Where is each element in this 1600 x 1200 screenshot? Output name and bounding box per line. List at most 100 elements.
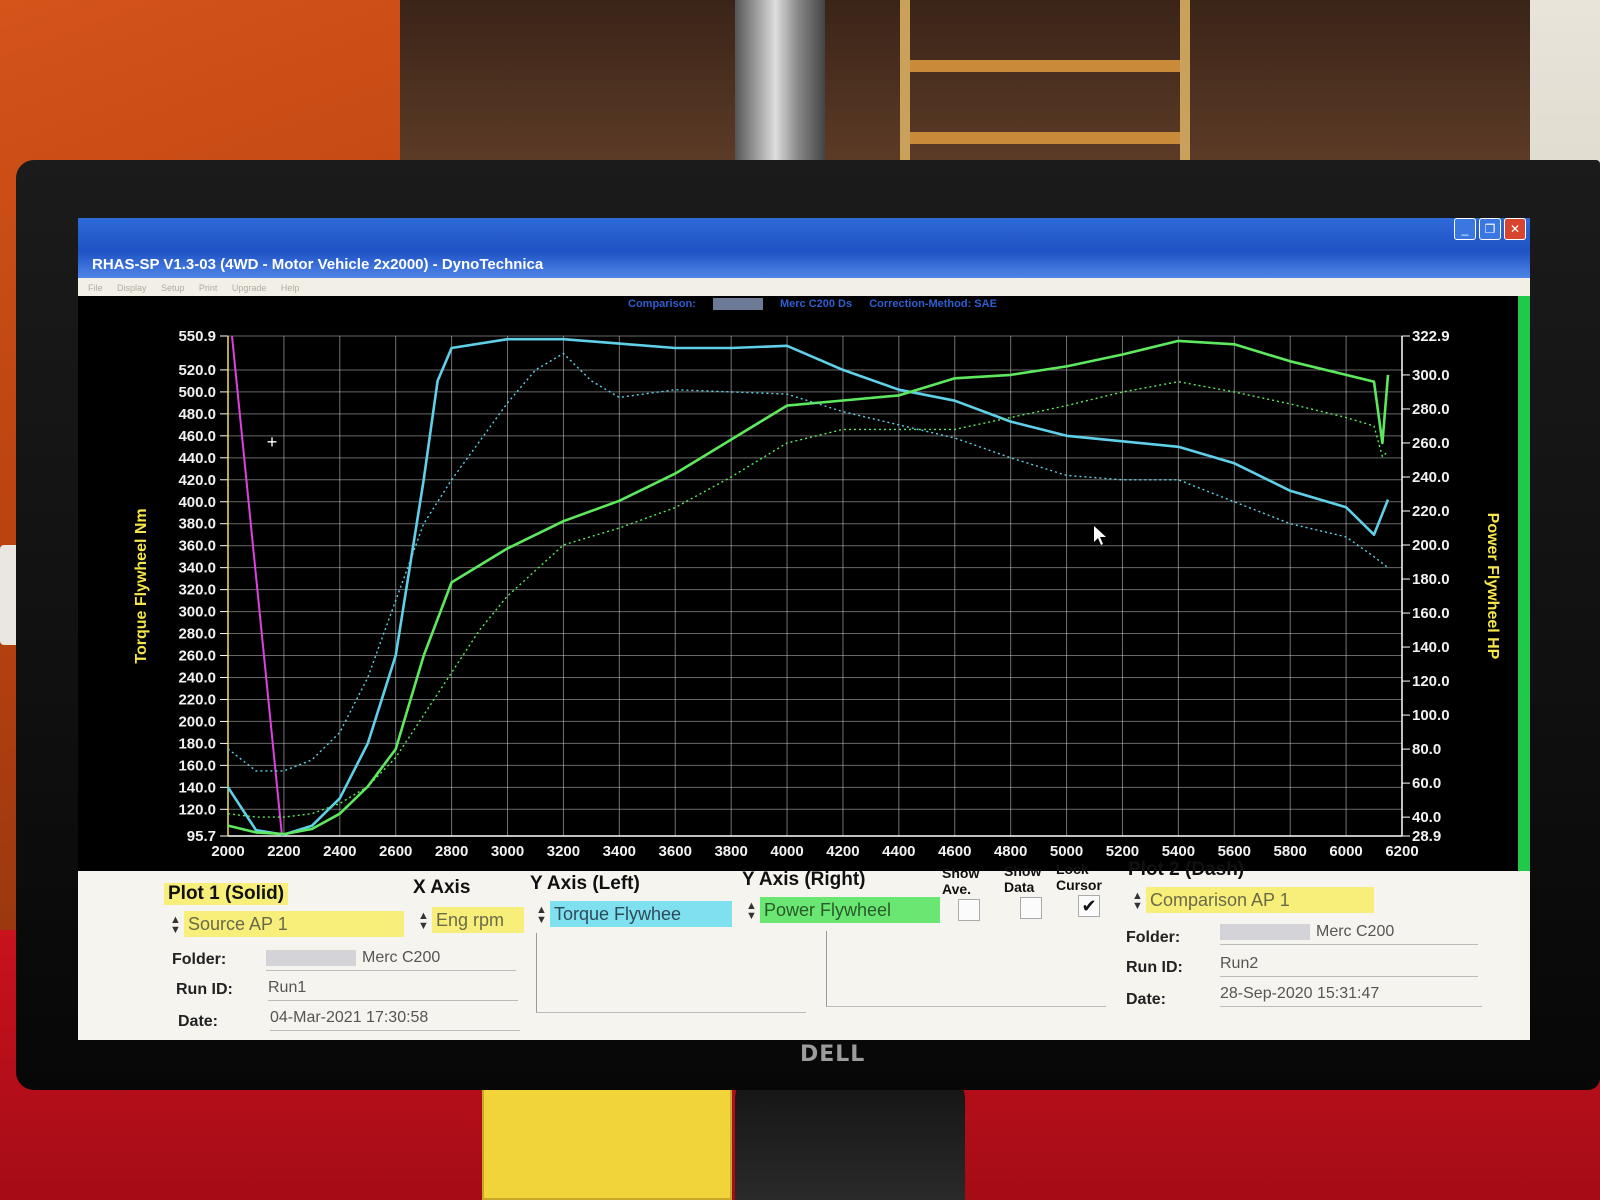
y-right-tick-label: 200.0 <box>1412 537 1450 554</box>
y-left-tick-label: 140.0 <box>178 779 216 796</box>
plot1-source-select[interactable]: Source AP 1 <box>184 911 404 937</box>
y-right-heading: Y Axis (Right) <box>742 869 866 890</box>
y-right-tick-label: 40.0 <box>1412 809 1441 826</box>
show-data-label: Show Data <box>1004 863 1042 895</box>
y-left-tick-label: 200.0 <box>178 713 216 730</box>
series-line-power-dotted <box>227 380 1389 818</box>
menu-display[interactable]: Display <box>117 279 147 297</box>
menu-bar: File Display Setup Print Upgrade Help <box>78 278 1530 296</box>
y-left-tick-label: 320.0 <box>178 582 216 599</box>
x-tick-label: 5600 <box>1218 843 1251 860</box>
plot2-folder-value: Merc C200 <box>1220 923 1478 945</box>
plot1-folder-text: Merc C200 <box>362 949 441 966</box>
dyno-chart-area[interactable]: 2000 2200 2400 2600 2800 3000 3200 3400 3600 3800… <box>78 296 1530 871</box>
monitor-brand-logo: DELL <box>800 1042 866 1067</box>
lock-cursor-checkbox[interactable]: ✔ <box>1078 895 1100 917</box>
plot1-heading: Plot 1 (Solid) <box>164 883 289 905</box>
title-bar[interactable]: RHAS-SP V1.3-03 (4WD - Motor Vehicle 2x2… <box>78 218 1530 278</box>
parts-box <box>482 1080 732 1200</box>
control-panel: Plot 1 (Solid) ▲ ▼ Source AP 1 Folder: Me… <box>78 859 1530 1040</box>
menu-setup[interactable]: Setup <box>161 279 185 297</box>
plot2-date-value: 28-Sep-2020 15:31:47 <box>1220 985 1482 1007</box>
y-left-tick-label: 240.0 <box>178 669 216 686</box>
y-right-tick-label: 300.0 <box>1412 367 1450 384</box>
show-data-checkbox[interactable] <box>1020 897 1042 919</box>
comparison-value: Merc C200 Ds <box>779 298 853 310</box>
y-left-tick-label: 380.0 <box>178 516 216 533</box>
comparison-redacted <box>712 298 763 311</box>
x-tick-label: 6000 <box>1329 843 1362 860</box>
y-left-spinner[interactable]: ▲ ▼ <box>536 905 547 926</box>
app-window: RHAS-SP V1.3-03 (4WD - Motor Vehicle 2x2… <box>78 218 1530 1040</box>
x-tick-label: 3200 <box>547 843 580 860</box>
plot2-source-select[interactable]: Comparison AP 1 <box>1146 887 1374 913</box>
plot1-run-label: Run ID: <box>176 981 233 998</box>
y-left-tick-label: 180.0 <box>178 735 216 752</box>
x-tick-label: 2200 <box>267 843 300 860</box>
minimize-button[interactable]: _ <box>1454 218 1476 240</box>
plot2-heading: Plot 2 (Dash) <box>1128 859 1245 880</box>
y-left-tick-label: 400.0 <box>178 494 216 511</box>
plot1-folder-value: Merc C200 <box>266 949 516 971</box>
plot2-spinner[interactable]: ▲ ▼ <box>1132 891 1143 912</box>
y-left-tick-label: 460.0 <box>178 428 216 445</box>
y-right-list[interactable] <box>826 931 1106 1007</box>
plot2-folder-text: Merc C200 <box>1316 923 1395 940</box>
plot2-date-label: Date: <box>1126 991 1167 1008</box>
x-tick-label: 5000 <box>1050 843 1083 860</box>
y-left-tick-label: 420.0 <box>178 472 216 489</box>
y-right-select[interactable]: Power Flywheel <box>760 897 940 923</box>
menu-print[interactable]: Print <box>199 279 218 297</box>
x-tick-label: 4400 <box>882 843 915 860</box>
x-tick-label: 2600 <box>379 843 412 860</box>
dyno-chart[interactable]: 2000 2200 2400 2600 2800 3000 3200 3400 3600 3800… <box>78 296 1530 871</box>
y-right-tick-label: 180.0 <box>1412 571 1450 588</box>
plot1-run-value: Run1 <box>268 979 518 1001</box>
y-right-tick-label: 240.0 <box>1412 469 1450 486</box>
y-left-tick-label: 260.0 <box>178 648 216 665</box>
y-left-heading: Y Axis (Left) <box>530 873 640 894</box>
menu-help[interactable]: Help <box>281 279 300 297</box>
y-left-tick-label: 160.0 <box>178 757 216 774</box>
x-tick-label: 4000 <box>770 843 803 860</box>
y-left-tick-label: 550.9 <box>178 328 216 345</box>
plot2-run-value: Run2 <box>1220 955 1478 977</box>
y-right-spinner[interactable]: ▲ ▼ <box>746 901 757 922</box>
x-tick-label: 4600 <box>938 843 971 860</box>
y-left-select[interactable]: Torque Flywhee <box>550 901 732 927</box>
x-tick-label: 5200 <box>1106 843 1139 860</box>
y-left-tick-label: 500.0 <box>178 384 216 401</box>
x-tick-label: 6200 <box>1385 843 1418 860</box>
y-right-tick-label: 28.9 <box>1412 828 1441 845</box>
y-left-tick-label: 340.0 <box>178 560 216 577</box>
plot1-date-label: Date: <box>178 1013 219 1030</box>
menu-file[interactable]: File <box>88 279 103 297</box>
comparison-header: Comparison: Merc C200 Ds Correction-Meth… <box>628 298 1011 311</box>
x-axis-select[interactable]: Eng rpm <box>432 907 524 933</box>
comparison-label: Comparison: <box>628 298 696 310</box>
show-ave-checkbox[interactable] <box>958 899 980 921</box>
y-right-tick-label: 260.0 <box>1412 435 1450 452</box>
lock-cursor-label: Lock Cursor <box>1056 861 1102 893</box>
y-right-tick-label: 280.0 <box>1412 401 1450 418</box>
y-left-list[interactable] <box>536 933 806 1013</box>
y-left-tick-label: 360.0 <box>178 538 216 555</box>
y-left-tick-label: 440.0 <box>178 450 216 467</box>
y-right-tick-label: 160.0 <box>1412 605 1450 622</box>
x-axis-spinner[interactable]: ▲ ▼ <box>418 911 429 932</box>
menu-upgrade[interactable]: Upgrade <box>232 279 267 297</box>
plot1-folder-label: Folder: <box>172 951 227 968</box>
plot1-folder-redacted <box>266 949 356 966</box>
y-right-tick-label: 60.0 <box>1412 775 1441 792</box>
restore-button[interactable]: ❐ <box>1479 218 1501 240</box>
x-tick-label: 5400 <box>1162 843 1195 860</box>
y-left-tick-label: 280.0 <box>178 626 216 643</box>
y-right-tick-label: 120.0 <box>1412 673 1450 690</box>
y-left-tick-label: 220.0 <box>178 691 216 708</box>
plot1-spinner[interactable]: ▲ ▼ <box>170 915 181 936</box>
y-right-tick-label: 80.0 <box>1412 741 1441 758</box>
close-button[interactable]: ✕ <box>1504 218 1526 240</box>
y-left-tick-label: 480.0 <box>178 406 216 423</box>
x-tick-label: 3000 <box>491 843 524 860</box>
correction-method: Correction-Method: SAE <box>869 298 997 310</box>
